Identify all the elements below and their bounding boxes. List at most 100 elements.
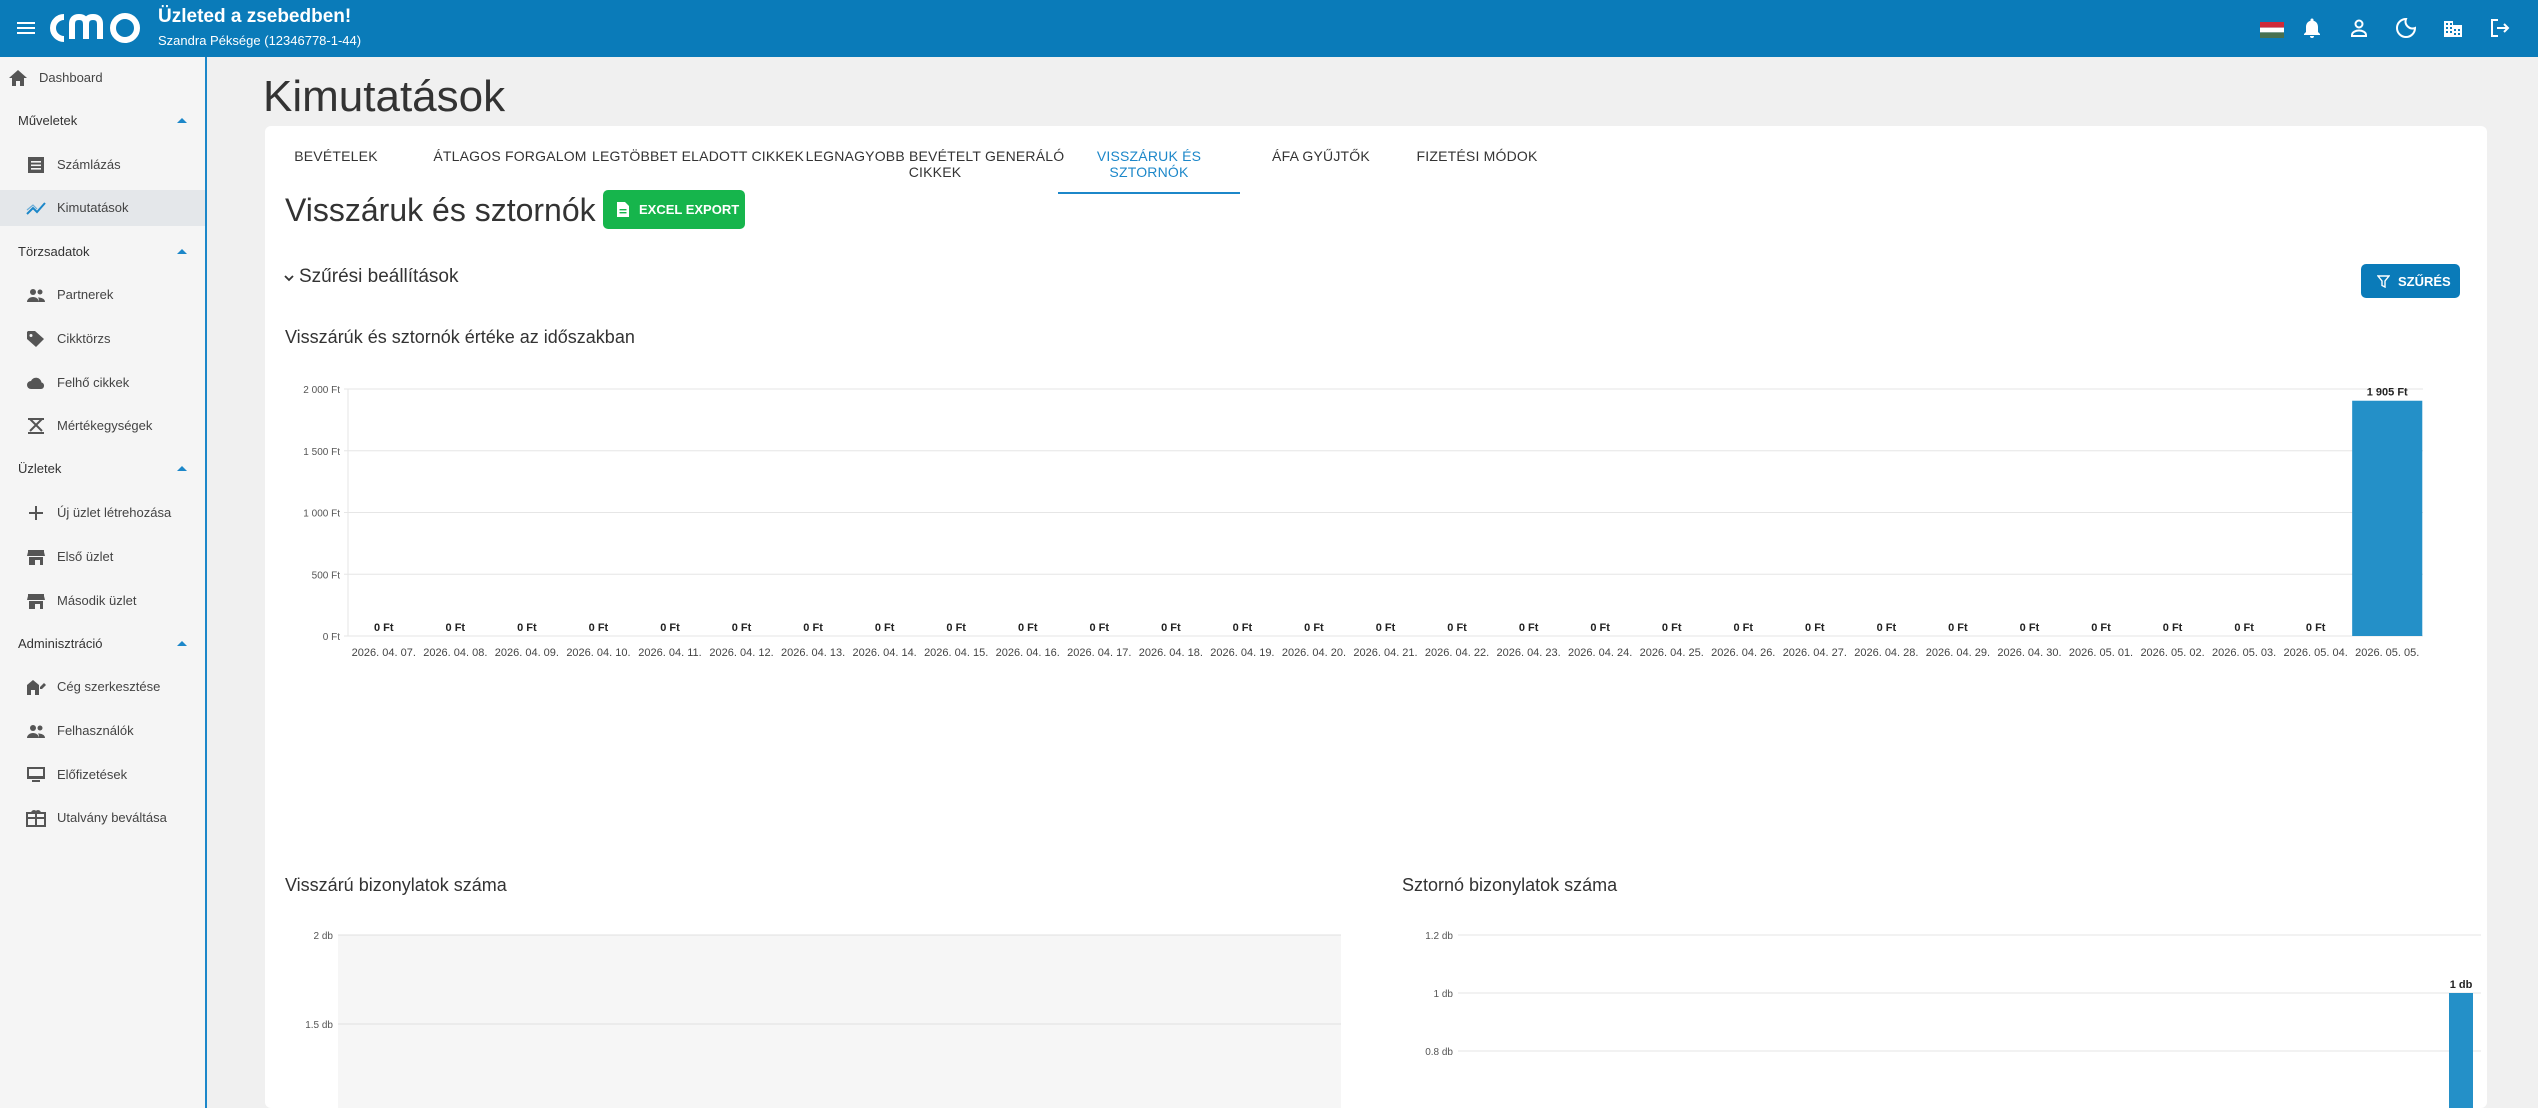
sidebar-item-label: Kimutatások <box>57 200 129 215</box>
sidebar-group-muveletek[interactable]: Műveletek <box>0 103 205 139</box>
sidebar-item-partnerek[interactable]: Partnerek <box>0 277 205 313</box>
data-label: 0 Ft <box>1877 622 1897 634</box>
data-label: 0 Ft <box>1519 622 1539 634</box>
gift-card-icon <box>26 810 46 827</box>
filter-settings-toggle[interactable]: Szűrési beállítások <box>279 266 479 296</box>
menu-icon[interactable] <box>14 16 38 40</box>
sidebar-item-label: Cikktörzs <box>57 331 111 346</box>
cloud-icon <box>27 377 45 389</box>
shop-name: Üzleted a zsebedben! <box>158 6 352 27</box>
sidebar-item-label: Előfizetések <box>57 767 128 782</box>
y-tick-label: 0.8 db <box>1425 1047 1453 1058</box>
sidebar-item-felho-cikkek[interactable]: Felhő cikkek <box>0 365 205 401</box>
data-label: 0 Ft <box>1662 622 1682 634</box>
sidebar-item-felhasznalok[interactable]: Felhasználók <box>0 713 205 749</box>
filter-button[interactable]: SZŰRÉS <box>2361 264 2460 298</box>
tab-label: BEVÉTELEK <box>294 148 378 164</box>
sidebar-item-ceg-szerkesztese[interactable]: Cég szerkesztése <box>0 669 205 705</box>
data-label: 0 Ft <box>1304 622 1324 634</box>
data-label: 0 Ft <box>875 622 895 634</box>
data-label: 0 Ft <box>1590 622 1610 634</box>
caret-up-icon <box>177 118 187 123</box>
chart-storno-count: 0.8 db 1 db 1.2 db 1 db <box>1425 931 2481 1108</box>
page-title: Kimutatások <box>263 72 506 121</box>
sidebar-item-elofizetesek[interactable]: Előfizetések <box>0 757 205 793</box>
sidebar-group-torzsadatok[interactable]: Törzsadatok <box>0 234 205 270</box>
x-tick-label: 2026. 05. 03. <box>2212 647 2276 659</box>
sidebar-group-uzletek[interactable]: Üzletek <box>0 451 205 487</box>
x-tick-label: 2026. 04. 13. <box>781 647 845 659</box>
x-tick-label: 2026. 05. 02. <box>2140 647 2204 659</box>
sidebar-item-utalvany[interactable]: Utalvány beváltása <box>0 800 205 836</box>
receipt-icon <box>28 157 44 173</box>
sidebar-item-elso-uzlet[interactable]: Első üzlet <box>0 539 205 575</box>
y-tick-label: 1 500 Ft <box>303 447 340 458</box>
sidebar-item-uj-uzlet[interactable]: Új üzlet létrehozása <box>0 495 205 531</box>
sidebar-item-kimutatasok[interactable]: Kimutatások <box>0 190 205 226</box>
data-label: 0 Ft <box>1090 622 1110 634</box>
file-icon <box>617 202 629 217</box>
data-label: 0 Ft <box>1733 622 1753 634</box>
cmo-logo[interactable] <box>44 9 150 47</box>
data-label: 0 Ft <box>517 622 537 634</box>
x-tick-label: 2026. 04. 26. <box>1711 647 1775 659</box>
sidebar-group-label: Törzsadatok <box>18 244 90 259</box>
data-label: 0 Ft <box>2234 622 2254 634</box>
x-tick-label: 2026. 04. 08. <box>423 647 487 659</box>
x-tick-label: 2026. 04. 23. <box>1496 647 1560 659</box>
dark-mode-icon[interactable] <box>2394 16 2418 40</box>
x-tick-label: 2026. 04. 29. <box>1926 647 1990 659</box>
y-tick-label: 1 db <box>1434 989 1454 1000</box>
tab-bevetelek[interactable]: BEVÉTELEK <box>285 144 387 194</box>
sidebar-item-masodik-uzlet[interactable]: Második üzlet <box>0 583 205 619</box>
tab-afa-gyujtok[interactable]: ÁFA GYŰJTŐK <box>1251 144 1391 194</box>
y-tick-label: 1.2 db <box>1425 931 1453 942</box>
sidebar-item-mertekegysegek[interactable]: Mértékegységek <box>0 408 205 444</box>
sidebar-item-label: Partnerek <box>57 287 114 302</box>
sidebar: Dashboard Műveletek Számlázás Kimutatáso… <box>0 57 207 1108</box>
x-tick-label: 2026. 04. 25. <box>1640 647 1704 659</box>
monitor-icon <box>27 767 45 782</box>
x-tick-label: 2026. 04. 10. <box>566 647 630 659</box>
people-icon <box>27 725 45 738</box>
x-tick-label: 2026. 04. 27. <box>1783 647 1847 659</box>
chart-title-storno-count: Sztornó bizonylatok száma <box>1402 875 1618 895</box>
user-icon[interactable] <box>2347 16 2371 40</box>
company-name: Szandra Péksége (12346778-1-44) <box>158 33 362 48</box>
sidebar-group-adminisztracio[interactable]: Adminisztráció <box>0 626 205 662</box>
building-icon[interactable] <box>2441 16 2465 40</box>
sidebar-item-label: Cég szerkesztése <box>57 679 161 694</box>
x-tick-label: 2026. 04. 09. <box>495 647 559 659</box>
sidebar-item-dashboard[interactable]: Dashboard <box>0 60 205 96</box>
tag-icon <box>27 331 44 347</box>
excel-export-button[interactable]: EXCEL EXPORT <box>603 190 745 229</box>
plus-icon <box>29 506 43 520</box>
x-tick-label: 2026. 04. 21. <box>1353 647 1417 659</box>
bell-icon[interactable] <box>2300 16 2324 40</box>
x-tick-label: 2026. 04. 22. <box>1425 647 1489 659</box>
sidebar-item-label: Felhasználók <box>57 723 134 738</box>
tab-visszaruk-es-sztornok[interactable]: VISSZÁRUK ÉS SZTORNÓK <box>1058 144 1240 194</box>
y-tick-label: 0 Ft <box>323 632 340 643</box>
data-label: 0 Ft <box>946 622 966 634</box>
x-tick-label: 2026. 04. 07. <box>352 647 416 659</box>
sidebar-group-label: Üzletek <box>18 461 62 476</box>
hungarian-flag-icon[interactable] <box>2260 18 2284 42</box>
data-label: 0 Ft <box>2091 622 2111 634</box>
data-label: 0 Ft <box>1805 622 1825 634</box>
y-tick-label: 500 Ft <box>312 570 341 581</box>
sidebar-item-label: Második üzlet <box>57 593 137 608</box>
x-tick-label: 2026. 04. 28. <box>1854 647 1918 659</box>
tab-legnagyobb-bevetel[interactable]: LEGNAGYOBB BEVÉTELT GENERÁLÓ CIKKEK <box>780 144 1090 194</box>
chart-title-return-count: Visszárú bizonylatok száma <box>285 875 507 895</box>
data-label: 1 905 Ft <box>2367 387 2408 399</box>
logout-icon[interactable] <box>2488 16 2512 40</box>
data-label: 0 Ft <box>660 622 680 634</box>
data-label: 0 Ft <box>732 622 752 634</box>
tab-label: ÁFA GYŰJTŐK <box>1272 148 1370 164</box>
chart-return-count: 1.5 db 2 db <box>305 931 1341 1108</box>
x-tick-label: 2026. 04. 24. <box>1568 647 1632 659</box>
sidebar-item-cikktorzs[interactable]: Cikktörzs <box>0 321 205 357</box>
sidebar-item-szamlazas[interactable]: Számlázás <box>0 147 205 183</box>
tab-fizetesi-modok[interactable]: FIZETÉSI MÓDOK <box>1377 144 1577 194</box>
